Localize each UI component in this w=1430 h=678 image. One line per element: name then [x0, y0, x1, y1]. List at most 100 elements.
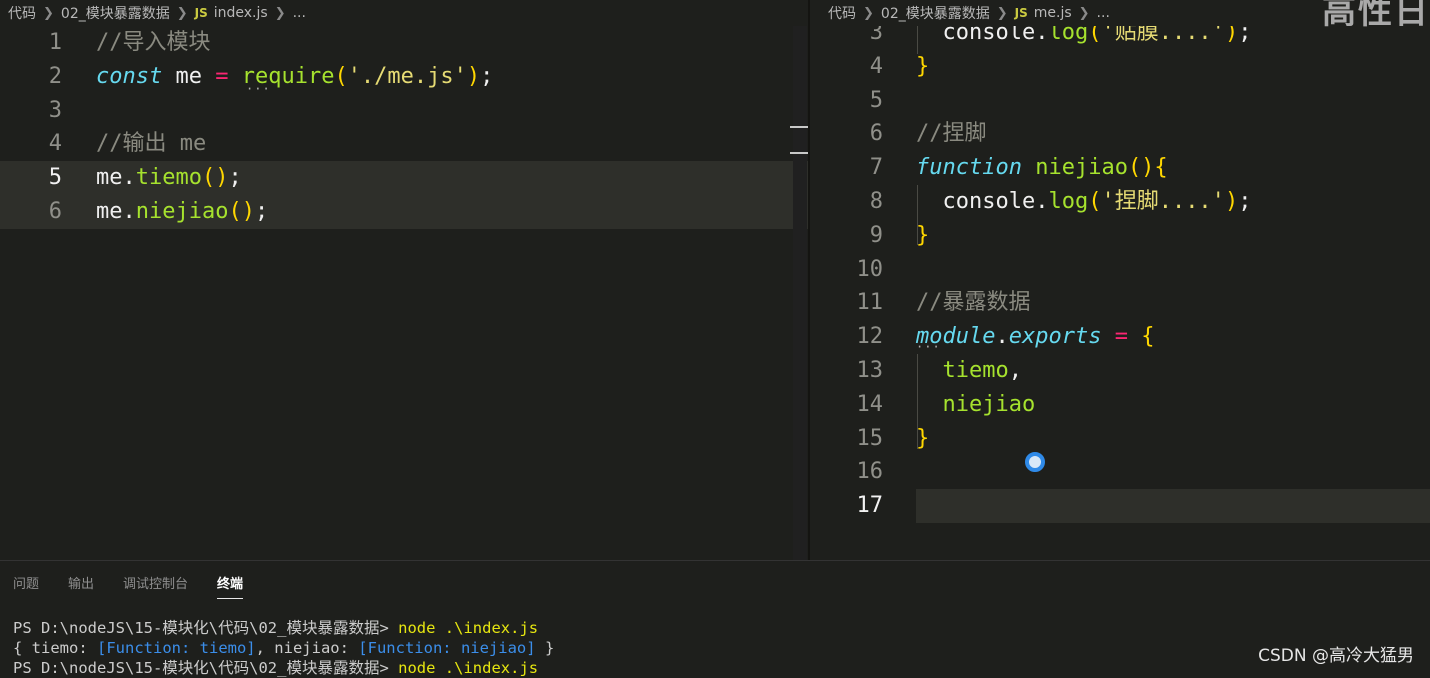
terminal-command: node .\index.js [398, 619, 539, 637]
code-line[interactable]: 13 tiemo, [810, 354, 1430, 388]
code-token: () [201, 165, 229, 191]
line-number: 7 [869, 155, 883, 181]
code-token: ; [254, 199, 269, 224]
tab-problems[interactable]: 问题 [13, 573, 39, 599]
terminal-output-fn: [Function: niejiao] [358, 639, 536, 657]
terminal-line[interactable]: PS D:\nodeJS\15-模块化\代码\02_模块暴露数据> node .… [13, 658, 538, 678]
right-editor-pane[interactable]: 3 console.log('贴膜....'); 4} 5 6//捏脚 7 functio… [810, 0, 1430, 560]
code-token: me. [96, 165, 136, 191]
code-token: ; [228, 165, 242, 191]
code-line[interactable]: 3 [0, 94, 808, 128]
line-number: 4 [48, 131, 62, 157]
terminal-output-line[interactable]: { tiemo: [Function: tiemo], niejiao: [Fu… [13, 638, 554, 658]
tab-debug-console[interactable]: 调试控制台 [123, 573, 188, 599]
left-editor-pane[interactable]: 代码 ❯ 02_模块暴露数据 ❯ JS index.js ❯ ... 1 //导入… [0, 0, 808, 560]
code-line[interactable]: 5 [810, 84, 1430, 118]
watermark-text: CSDN @高冷大猛男 [1258, 646, 1414, 666]
code-line[interactable]: 1 //导入模块 [0, 26, 808, 60]
breadcrumb-file[interactable]: me.js [1034, 5, 1072, 21]
breadcrumb-folder[interactable]: 02_模块暴露数据 [61, 3, 170, 23]
tab-output[interactable]: 输出 [68, 573, 94, 599]
js-file-icon: JS [1014, 6, 1028, 20]
breadcrumb-folder-root[interactable]: 代码 [8, 3, 36, 23]
code-token: log [1048, 189, 1089, 214]
chevron-right-icon: ❯ [43, 5, 54, 21]
chevron-right-icon: ❯ [996, 5, 1008, 21]
code-line[interactable]: 5 me.tiemo(); [0, 161, 808, 196]
code-line[interactable]: 15} [810, 422, 1430, 456]
code-line[interactable]: 4 //输出 me [0, 127, 808, 161]
code-token: ) [466, 63, 481, 89]
tab-terminal[interactable]: 终端 [217, 573, 244, 599]
code-token: = [1114, 324, 1128, 350]
chevron-right-icon: ❯ [176, 5, 188, 21]
code-line[interactable]: 2 const me = require('./me.js'); [0, 60, 808, 94]
code-line[interactable]: 9} [810, 219, 1430, 253]
left-breadcrumb: 代码 ❯ 02_模块暴露数据 ❯ JS index.js ❯ ... [0, 0, 808, 26]
code-text: //导入模块 [96, 26, 211, 60]
line-number: 3 [48, 97, 62, 123]
code-token: me [162, 63, 216, 89]
code-line[interactable]: 12 module.exports = { [810, 320, 1430, 354]
code-token: , [1008, 358, 1022, 383]
code-text: //输出 me [96, 127, 206, 161]
code-token: (){ [1127, 155, 1168, 181]
breadcrumb-symbol[interactable]: ... [1097, 5, 1110, 21]
code-token: { [1141, 324, 1155, 350]
breadcrumb-folder[interactable]: 02_模块暴露数据 [881, 3, 990, 23]
code-token: niejiao [916, 391, 1036, 417]
code-line[interactable]: 8 console.log('捏脚....'); [810, 185, 1430, 219]
terminal-output-fn: [Function: tiemo] [97, 639, 256, 657]
indent-guide [917, 354, 918, 449]
line-number: 12 [856, 324, 884, 350]
line-number: 1 [48, 30, 62, 55]
line-number: 2 [48, 63, 62, 89]
breadcrumb-symbol[interactable]: ... [293, 5, 306, 21]
line-number: 6 [48, 199, 62, 224]
code-token: niejiao [1035, 155, 1128, 181]
code-token: ) [1224, 189, 1239, 214]
code-token: //导入模块 [96, 30, 211, 55]
code-token: //捏脚 [916, 121, 987, 147]
line-number: 10 [856, 256, 884, 282]
breadcrumb-file[interactable]: index.js [214, 5, 268, 21]
hint-dots: ··· [916, 340, 941, 354]
code-text: me.niejiao(); [96, 195, 268, 229]
terminal-output-text: , niejiao: [255, 639, 359, 657]
loading-spinner-icon [1025, 452, 1045, 472]
overview-ruler-mark [790, 152, 808, 154]
code-line[interactable]: 17 [857, 489, 1430, 524]
code-token: tiemo [916, 358, 1009, 383]
code-text: module.exports = { [916, 320, 1154, 354]
code-token: './me.js' [347, 63, 467, 89]
code-line[interactable]: 7 function niejiao(){ [810, 151, 1430, 185]
code-line[interactable]: 11 //暴露数据 [810, 286, 1430, 320]
terminal-line[interactable]: PS D:\nodeJS\15-模块化\代码\02_模块暴露数据> node .… [13, 618, 538, 638]
code-line[interactable]: 14 niejiao [810, 388, 1430, 422]
chevron-right-icon: ❯ [863, 5, 874, 21]
breadcrumb-folder-root[interactable]: 代码 [828, 3, 856, 23]
code-token: niejiao [135, 199, 229, 224]
code-text: //捏脚 [916, 117, 987, 151]
indent-guide [917, 185, 918, 245]
code-token: const [96, 63, 163, 89]
code-text: //暴露数据 [916, 286, 1031, 320]
line-number: 5 [869, 87, 883, 113]
code-text: me.tiemo(); [96, 161, 242, 195]
code-line[interactable]: 6 //捏脚 [810, 117, 1430, 151]
code-token: console. [916, 189, 1049, 214]
code-line[interactable]: 4} [810, 50, 1430, 84]
code-line[interactable]: 16 [810, 455, 1430, 489]
js-file-icon: JS [194, 6, 208, 20]
code-text: function niejiao(){ [916, 151, 1168, 185]
code-line[interactable]: 10 [810, 253, 1430, 287]
vertical-scrollbar[interactable] [793, 26, 807, 560]
overview-ruler-mark [790, 126, 808, 128]
code-token: ( [1088, 189, 1102, 214]
terminal-prompt: PS D:\nodeJS\15-模块化\代码\02_模块暴露数据> [13, 659, 399, 677]
code-token: ; [480, 63, 494, 89]
code-line[interactable]: 6 me.niejiao(); [0, 195, 808, 229]
